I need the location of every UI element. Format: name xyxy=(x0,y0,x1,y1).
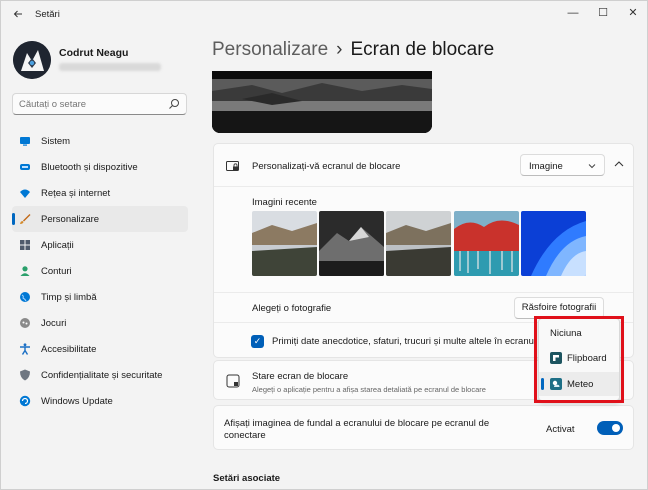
sidebar-nav: Sistem Bluetooth și dispozitive Rețea și… xyxy=(12,128,188,414)
close-button[interactable]: ✕ xyxy=(618,3,648,23)
accounts-icon xyxy=(20,266,30,276)
gamepad-icon xyxy=(20,318,30,328)
status-icon xyxy=(226,374,240,388)
back-arrow-icon xyxy=(13,10,22,18)
fun-facts-checkbox[interactable]: ✓ xyxy=(251,335,264,348)
sidebar-item-network[interactable]: Rețea și internet xyxy=(12,180,188,206)
lockscreen-preview-image xyxy=(212,71,432,133)
toggle-state-label: Activat xyxy=(546,424,575,435)
chevron-down-icon xyxy=(588,164,596,169)
settings-window: Setări — ☐ ✕ Codrut Neagu Sistem xyxy=(0,0,648,490)
sidebar-item-gaming[interactable]: Jocuri xyxy=(12,310,188,336)
choose-photo-label: Alegeți o fotografie xyxy=(252,303,332,314)
sidebar-item-accessibility[interactable]: Accesibilitate xyxy=(12,336,188,362)
system-icon xyxy=(20,137,30,146)
status-subtitle: Alegeți o aplicație pentru a afișa stare… xyxy=(252,385,486,394)
user-email-blurred xyxy=(59,63,161,71)
app-title: Setări xyxy=(35,9,60,20)
chevron-up-icon[interactable] xyxy=(612,157,626,171)
recent-image-thumbnail[interactable] xyxy=(319,211,384,276)
breadcrumb-separator: › xyxy=(336,39,343,60)
minimize-button[interactable]: — xyxy=(558,3,588,23)
sidebar-item-label: Accesibilitate xyxy=(41,344,97,355)
recent-image-thumbnail[interactable] xyxy=(454,211,519,276)
maximize-button[interactable]: ☐ xyxy=(588,3,618,23)
shield-icon xyxy=(20,369,30,381)
sidebar-item-label: Aplicații xyxy=(41,240,74,251)
bluetooth-icon xyxy=(20,164,30,170)
breadcrumb-parent[interactable]: Personalizare xyxy=(212,39,328,60)
recent-image-thumbnail[interactable] xyxy=(521,211,586,276)
sidebar-item-label: Windows Update xyxy=(41,396,113,407)
sidebar-item-windows-update[interactable]: Windows Update xyxy=(12,388,188,414)
sidebar-item-label: Jocuri xyxy=(41,318,67,329)
lockscreen-type-dropdown[interactable]: Imagine xyxy=(520,154,605,176)
sidebar-item-label: Conturi xyxy=(41,266,72,277)
signin-background-label: Afișați imaginea de fundal a ecranului d… xyxy=(224,418,490,441)
thumbnail-image xyxy=(252,211,317,276)
sidebar-item-label: Sistem xyxy=(41,136,71,147)
avatar[interactable] xyxy=(13,41,51,79)
search-box[interactable] xyxy=(12,93,187,115)
globe-icon xyxy=(20,292,30,302)
search-input[interactable] xyxy=(19,97,169,111)
dropdown-value: Imagine xyxy=(529,161,563,172)
recent-image-thumbnail[interactable] xyxy=(252,211,317,276)
user-name: Codrut Neagu xyxy=(59,47,129,59)
lockscreen-card-title: Personalizați-vă ecranul de blocare xyxy=(252,161,401,172)
thumbnail-image xyxy=(454,211,519,276)
thumbnail-image xyxy=(521,211,586,276)
signin-background-toggle[interactable] xyxy=(597,421,623,435)
breadcrumb: Personalizare › Ecran de blocare xyxy=(212,39,494,61)
sidebar-item-apps[interactable]: Aplicații xyxy=(12,232,188,258)
lockscreen-monitor-icon xyxy=(226,161,239,171)
related-settings-heading: Setări asociate xyxy=(213,473,281,484)
sidebar-item-label: Confidențialitate și securitate xyxy=(41,370,163,381)
windows-update-icon xyxy=(19,395,31,407)
sidebar-item-time-language[interactable]: Timp și limbă xyxy=(12,284,188,310)
signin-background-card: Afișați imaginea de fundal a ecranului d… xyxy=(213,405,634,450)
back-button[interactable] xyxy=(9,5,27,23)
status-title: Stare ecran de blocare xyxy=(252,371,349,382)
accessibility-icon xyxy=(20,343,30,355)
sidebar-item-label: Bluetooth și dispozitive xyxy=(41,162,138,173)
search-icon[interactable] xyxy=(168,97,180,111)
sidebar-item-personalization[interactable]: Personalizare xyxy=(12,206,188,232)
sidebar-item-label: Rețea și internet xyxy=(41,188,111,199)
network-icon xyxy=(20,189,30,198)
avatar-image-icon xyxy=(13,41,51,79)
sidebar-item-privacy[interactable]: Confidențialitate și securitate xyxy=(12,362,188,388)
sidebar-item-sistem[interactable]: Sistem xyxy=(12,128,188,154)
thumbnail-image xyxy=(386,211,451,276)
red-highlight-box xyxy=(534,316,624,403)
sidebar-item-label: Personalizare xyxy=(41,214,100,225)
title-bar: Setări — ☐ ✕ xyxy=(1,1,647,27)
apps-icon xyxy=(20,240,30,250)
recent-image-thumbnail[interactable] xyxy=(386,211,451,276)
recent-images-label: Imagini recente xyxy=(252,197,317,208)
fun-facts-label: Primiți date anecdotice, sfaturi, trucur… xyxy=(272,336,550,347)
sidebar-item-bluetooth[interactable]: Bluetooth și dispozitive xyxy=(12,154,188,180)
brush-icon xyxy=(20,214,31,224)
thumbnail-image xyxy=(319,211,384,276)
sidebar-item-label: Timp și limbă xyxy=(41,292,97,303)
lockscreen-preview xyxy=(212,71,432,133)
sidebar-item-accounts[interactable]: Conturi xyxy=(12,258,188,284)
page-title: Ecran de blocare xyxy=(350,39,495,60)
